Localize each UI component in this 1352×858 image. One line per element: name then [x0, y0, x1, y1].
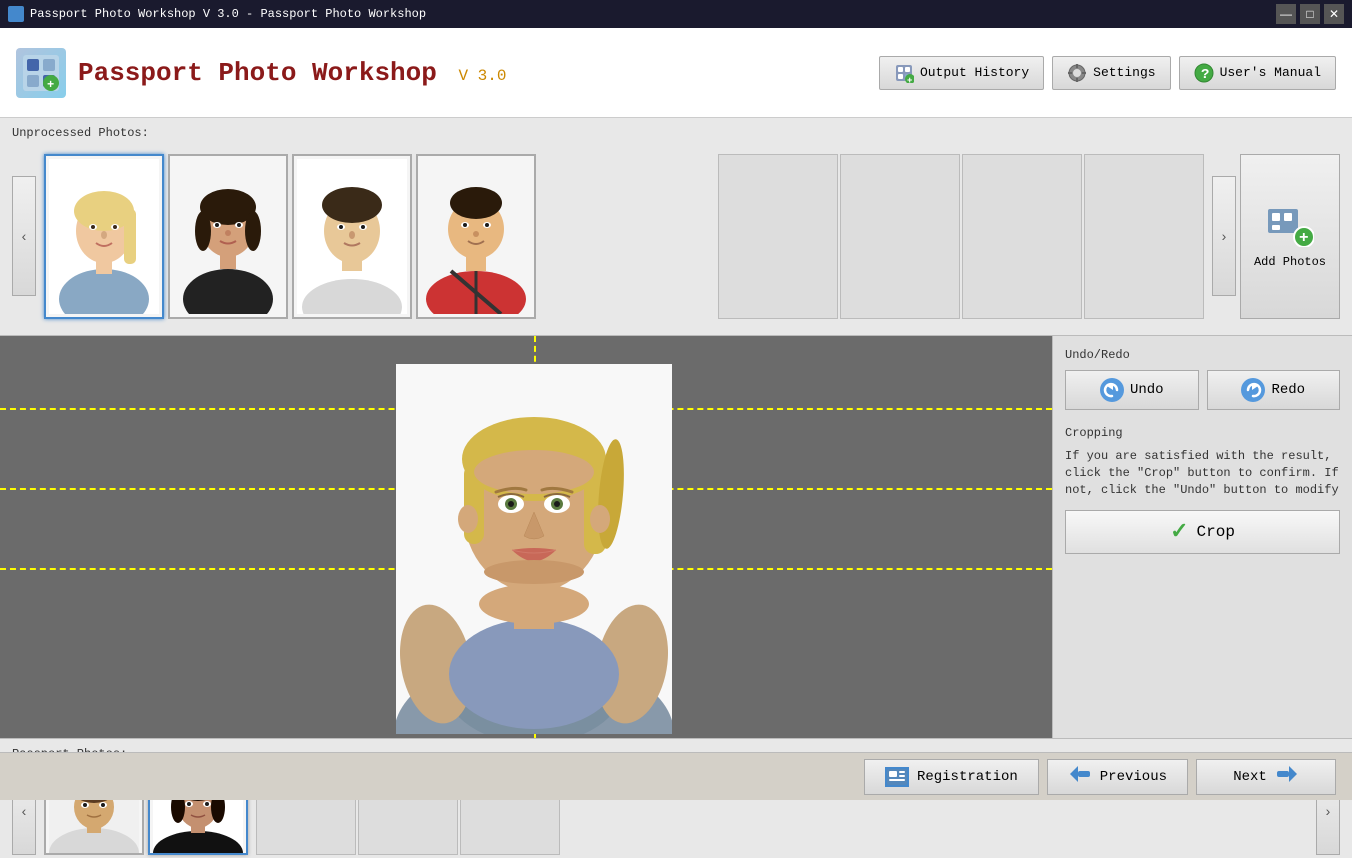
- output-history-icon: +: [894, 63, 914, 83]
- svg-text:?: ?: [1201, 67, 1209, 83]
- title-bar: Passport Photo Workshop V 3.0 - Passport…: [0, 0, 1352, 28]
- previous-icon: [1068, 764, 1092, 790]
- bottom-toolbar: Registration Previous Next: [0, 752, 1352, 800]
- cropping-description: If you are satisfied with the result, cl…: [1065, 448, 1340, 498]
- unprocessed-label: Unprocessed Photos:: [12, 126, 1340, 140]
- logo-icon: +: [16, 48, 66, 98]
- crop-checkmark-icon: ✓: [1170, 519, 1188, 545]
- header-buttons: + Output History Settings: [879, 56, 1336, 90]
- unprocessed-prev-button[interactable]: ‹: [12, 176, 36, 296]
- minimize-button[interactable]: —: [1276, 4, 1296, 24]
- next-label: Next: [1233, 769, 1267, 785]
- title-bar-left: Passport Photo Workshop V 3.0 - Passport…: [8, 6, 426, 22]
- redo-icon: [1241, 378, 1265, 402]
- undo-label: Undo: [1130, 382, 1164, 398]
- undo-icon: [1100, 378, 1124, 402]
- header: + Passport Photo Workshop V 3.0 + Output: [0, 28, 1352, 118]
- redo-label: Redo: [1271, 382, 1305, 398]
- logo-area: + Passport Photo Workshop V 3.0: [16, 48, 506, 98]
- unprocessed-section: Unprocessed Photos: ‹: [0, 118, 1352, 336]
- canvas-photo: [396, 364, 672, 734]
- undo-redo-label: Undo/Redo: [1065, 348, 1340, 362]
- unprocessed-photo-3[interactable]: [292, 154, 412, 319]
- registration-label: Registration: [917, 769, 1018, 785]
- redo-button[interactable]: Redo: [1207, 370, 1341, 410]
- close-button[interactable]: ✕: [1324, 4, 1344, 24]
- unprocessed-next-button[interactable]: ›: [1212, 176, 1236, 296]
- next-icon: [1275, 764, 1299, 790]
- settings-label: Settings: [1093, 65, 1155, 80]
- svg-text:+: +: [1299, 229, 1309, 247]
- undo-redo-section: Undo/Redo Undo: [1065, 348, 1340, 410]
- previous-label: Previous: [1100, 769, 1167, 785]
- svg-text:+: +: [47, 78, 54, 92]
- registration-icon: [885, 767, 909, 787]
- undo-redo-buttons: Undo Redo: [1065, 370, 1340, 410]
- registration-button[interactable]: Registration: [864, 759, 1039, 795]
- right-panel: Undo/Redo Undo: [1052, 336, 1352, 738]
- cropping-label: Cropping: [1065, 426, 1340, 440]
- crop-button[interactable]: ✓ Crop: [1065, 510, 1340, 554]
- main-area: Undo/Redo Undo: [0, 336, 1352, 738]
- cropping-section: Cropping If you are satisfied with the r…: [1065, 426, 1340, 554]
- svg-text:+: +: [907, 76, 912, 83]
- add-photos-button[interactable]: + Add Photos: [1240, 154, 1340, 319]
- users-manual-label: User's Manual: [1220, 65, 1321, 80]
- output-history-button[interactable]: + Output History: [879, 56, 1044, 90]
- canvas-area[interactable]: [0, 336, 1052, 738]
- output-history-label: Output History: [920, 65, 1029, 80]
- next-button[interactable]: Next: [1196, 759, 1336, 795]
- settings-button[interactable]: Settings: [1052, 56, 1170, 90]
- maximize-button[interactable]: □: [1300, 4, 1320, 24]
- logo-title: Passport Photo Workshop: [78, 58, 437, 88]
- users-manual-button[interactable]: ? User's Manual: [1179, 56, 1336, 90]
- logo-version: V 3.0: [458, 67, 506, 85]
- unprocessed-strip: ‹: [12, 146, 1340, 326]
- users-manual-icon: ?: [1194, 63, 1214, 83]
- photo-thumbnails: [36, 146, 718, 326]
- undo-button[interactable]: Undo: [1065, 370, 1199, 410]
- app-icon: [8, 6, 24, 22]
- previous-button[interactable]: Previous: [1047, 759, 1188, 795]
- logo-text-area: Passport Photo Workshop V 3.0: [78, 58, 506, 88]
- title-bar-text: Passport Photo Workshop V 3.0 - Passport…: [30, 7, 426, 21]
- add-photos-label: Add Photos: [1254, 255, 1326, 269]
- unprocessed-photo-4[interactable]: [416, 154, 536, 319]
- unprocessed-photo-1[interactable]: [44, 154, 164, 319]
- crop-label: Crop: [1197, 523, 1235, 541]
- title-bar-controls: — □ ✕: [1276, 4, 1344, 24]
- unprocessed-photo-2[interactable]: [168, 154, 288, 319]
- settings-icon: [1067, 63, 1087, 83]
